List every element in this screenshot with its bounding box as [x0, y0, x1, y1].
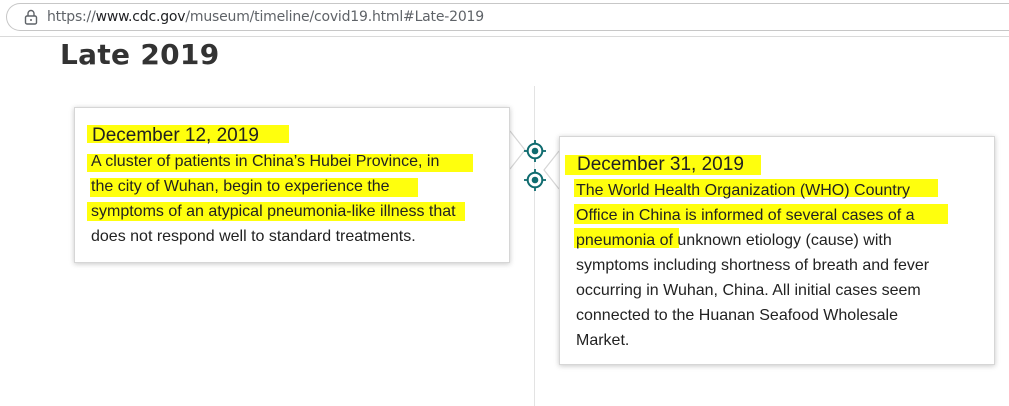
url-text[interactable]: https://www.cdc.gov/museum/timeline/covi…	[47, 9, 484, 25]
url-scheme: https://	[47, 9, 96, 25]
url-path: /museum/timeline/covid19.html#Late-2019	[185, 9, 484, 25]
event-description-line: the city of Wuhan, begin to experience t…	[91, 178, 390, 195]
timeline-marker-icon[interactable]	[524, 169, 546, 191]
timeline-event-card: December 31, 2019 The World Health Organ…	[559, 136, 995, 365]
event-description-line: A cluster of patients in China’s Hubei P…	[91, 153, 440, 170]
event-description-line: symptoms including shortness of breath a…	[576, 257, 930, 274]
event-description: A cluster of patients in China’s Hubei P…	[91, 149, 501, 249]
event-description: The World Health Organization (WHO) Coun…	[576, 178, 986, 353]
timeline-marker-icon[interactable]	[524, 140, 546, 162]
event-description-line: connected to the Huanan Seafood Wholesal…	[576, 307, 899, 324]
browser-address-bar: https://www.cdc.gov/museum/timeline/covi…	[0, 0, 1009, 37]
event-date: December 12, 2019	[92, 125, 259, 146]
event-description-line: symptoms of an atypical pneumonia-like i…	[91, 203, 456, 220]
event-description-line: pneumonia of unknown etiology (cause) wi…	[576, 232, 892, 249]
event-description-line: The World Health Organization (WHO) Coun…	[576, 182, 911, 199]
section-title: Late 2019	[60, 38, 220, 71]
event-description-line: does not respond well to standard treatm…	[91, 228, 416, 245]
event-description-line: Market.	[576, 332, 630, 349]
timeline-event-card: December 12, 2019 A cluster of patients …	[74, 107, 510, 263]
lock-icon[interactable]	[24, 9, 38, 25]
event-description-line: occurring in Wuhan, China. All initial c…	[576, 282, 921, 299]
event-date: December 31, 2019	[577, 154, 744, 175]
url-host: www.cdc.gov	[95, 9, 186, 25]
event-description-line: Office in China is informed of several c…	[576, 207, 915, 224]
url-field[interactable]: https://www.cdc.gov/museum/timeline/covi…	[6, 3, 1009, 31]
